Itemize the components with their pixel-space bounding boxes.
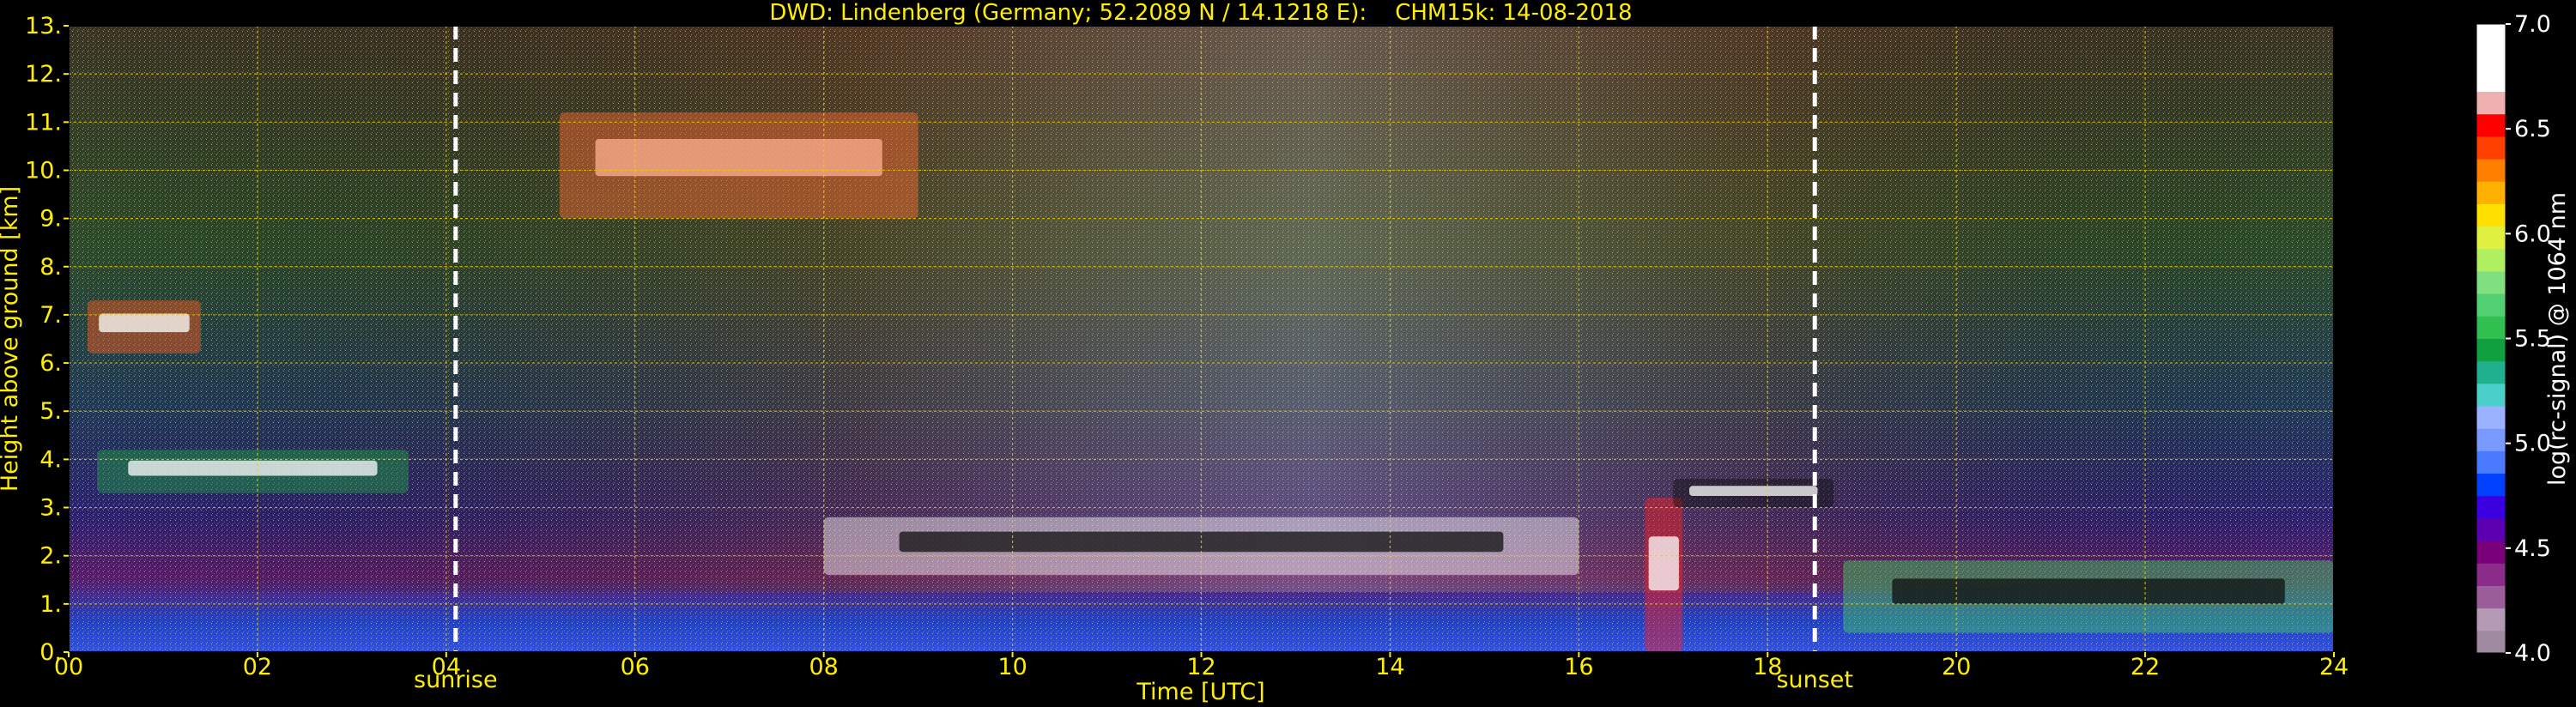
colorbar-segment: [2476, 293, 2506, 317]
x-tick-label: 24: [2319, 654, 2349, 680]
y-tick-label: 3.: [39, 495, 62, 522]
x-tick-label: 18: [1753, 654, 1782, 680]
colorbar-segment: [2476, 91, 2506, 115]
colorbar-segment: [2476, 248, 2506, 272]
colorbar-segment: [2476, 226, 2506, 250]
y-tick-label: 9.: [39, 206, 62, 233]
colorbar-segment: [2476, 541, 2506, 564]
feature-core: [1648, 536, 1679, 591]
plot-area: [68, 25, 2335, 653]
colorbar-tick-label: 4.5: [2514, 535, 2551, 562]
y-tick-label: 1.: [39, 591, 62, 618]
y-tick-label: 7.: [39, 302, 62, 329]
colorbar-segment: [2476, 69, 2506, 93]
colorbar-label: log(rc-signal) @ 1064 nm: [2544, 192, 2571, 486]
colorbar-segment: [2476, 136, 2506, 160]
colorbar-segment: [2476, 203, 2506, 227]
colorbar-segment: [2476, 630, 2506, 654]
colorbar-segment: [2476, 316, 2506, 339]
colorbar-tick-label: 6.5: [2514, 116, 2551, 142]
y-axis-label: Height above ground [km]: [0, 186, 23, 492]
colorbar-segment: [2476, 406, 2506, 429]
y-tick-label: 12.: [25, 61, 62, 88]
x-tick-label: 08: [809, 654, 838, 680]
y-tick-label: 8.: [39, 254, 62, 281]
y-tick-label: 10.: [25, 157, 62, 184]
colorbar-segment: [2476, 159, 2506, 182]
colorbar-segment: [2476, 563, 2506, 586]
colorbar-segment: [2476, 113, 2506, 137]
y-tick-label: 6.: [39, 350, 62, 377]
y-tick-label: 13.: [25, 13, 62, 39]
x-axis-label: Time [UTC]: [1136, 679, 1264, 705]
colorbar-segment: [2476, 585, 2506, 609]
chart-title: DWD: Lindenberg (Germany; 52.2089 N / 14…: [769, 0, 1632, 26]
colorbar-tick-label: 7.0: [2514, 11, 2551, 38]
colorbar-tick-label: 4.0: [2514, 640, 2551, 667]
x-tick-label: 02: [243, 654, 272, 680]
marker-label: sunset: [1776, 667, 1853, 693]
x-tick-label: 10: [997, 654, 1027, 680]
colorbar-segment: [2476, 24, 2506, 47]
colorbar-segment: [2476, 360, 2506, 384]
x-tick-label: 20: [1942, 654, 1971, 680]
colorbar: 4.04.55.05.56.06.57.0 log(rc-signal) @ 1…: [2476, 11, 2571, 667]
colorbar-segment: [2476, 607, 2506, 631]
x-tick-label: 06: [621, 654, 650, 680]
ceilometer-figure: DWD: Lindenberg (Germany; 52.2089 N / 14…: [0, 0, 2571, 705]
x-tick-label: 00: [54, 654, 83, 680]
colorbar-segment: [2476, 450, 2506, 474]
x-tick-label: 14: [1375, 654, 1404, 680]
colorbar-segment: [2476, 181, 2506, 204]
colorbar-segment: [2476, 270, 2506, 294]
feature-core: [128, 460, 378, 476]
y-tick-label: 5.: [39, 398, 62, 425]
x-tick-label: 04: [432, 654, 461, 680]
colorbar-segment: [2476, 473, 2506, 497]
feature-core: [1892, 578, 2285, 604]
colorbar-segment: [2476, 46, 2506, 69]
colorbar-segment: [2476, 428, 2506, 451]
colorbar-segment: [2476, 495, 2506, 519]
x-tick-label: 22: [2131, 654, 2160, 680]
feature-core: [1688, 486, 1818, 497]
colorbar-segment: [2476, 517, 2506, 541]
x-tick-label: 16: [1564, 654, 1593, 680]
colorbar-segment: [2476, 383, 2506, 407]
colorbar-segment: [2476, 338, 2506, 362]
y-tick-label: 4.: [39, 446, 62, 473]
x-tick-label: 12: [1186, 654, 1215, 680]
feature-core: [99, 313, 190, 333]
y-tick-label: 2.: [39, 543, 62, 570]
y-tick-label: 11.: [25, 109, 62, 136]
